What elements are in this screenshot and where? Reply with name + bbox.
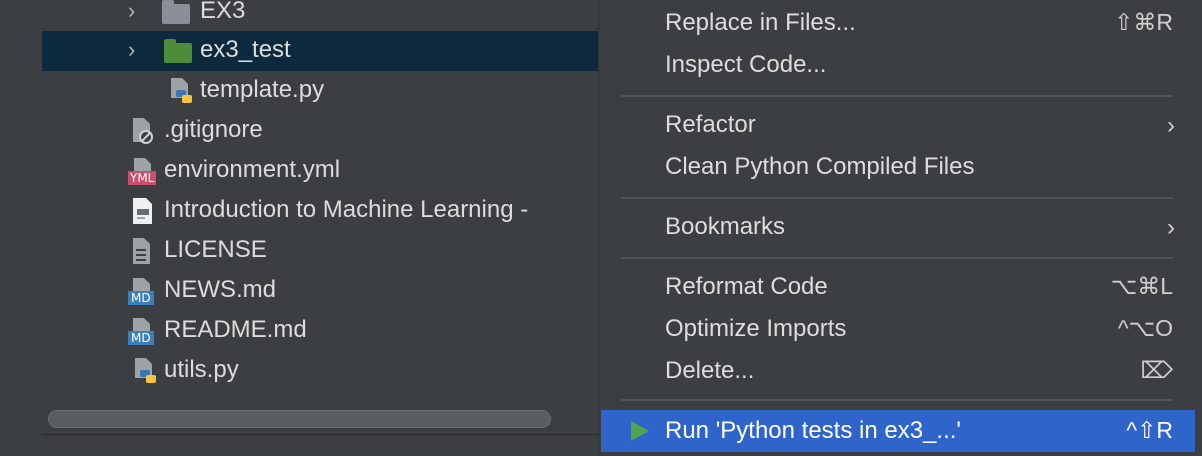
text-file-icon (133, 238, 150, 264)
menu-item-shortcut: ^⇧R (1126, 417, 1173, 443)
menu-item-clean-python-compiled-files[interactable]: Clean Python Compiled Files (599, 146, 1202, 188)
ignore-file-icon (133, 118, 153, 144)
submenu-arrow-icon: › (1167, 214, 1175, 241)
tree-item-label: template.py (200, 76, 325, 103)
tree-item-label: EX3 (200, 0, 246, 24)
pdf-file-icon (133, 198, 152, 224)
menu-item-reformat-code[interactable]: Reformat Code ⌥⌘L (599, 266, 1202, 308)
tree-item-gitignore[interactable]: .gitignore (42, 111, 600, 151)
menu-item-label: Delete... (665, 357, 755, 384)
tree-item-label: NEWS.md (164, 276, 277, 303)
menu-item-optimize-imports[interactable]: Optimize Imports ^⌥O (599, 308, 1202, 350)
tree-item-label: LICENSE (164, 236, 267, 263)
tree-item-utils-py[interactable]: utils.py (42, 351, 600, 391)
menu-separator (621, 197, 1173, 199)
menu-item-shortcut: ^⌥O (1117, 315, 1173, 341)
chevron-right-icon[interactable]: › (128, 37, 135, 63)
menu-separator (621, 257, 1173, 259)
tree-gutter (0, 0, 42, 456)
tree-item-label: Introduction to Machine Learning - (164, 196, 529, 223)
menu-item-label: Bookmarks (665, 213, 786, 240)
menu-item-label: Reformat Code (665, 273, 828, 300)
menu-item-inspect-code[interactable]: Inspect Code... (599, 44, 1202, 86)
tree-item-template-py[interactable]: template.py (42, 71, 600, 111)
menu-item-label: Inspect Code... (665, 51, 827, 78)
menu-item-shortcut: ⌥⌘L (1110, 273, 1173, 299)
python-file-icon (171, 78, 192, 103)
menu-item-bookmarks[interactable]: Bookmarks › (599, 206, 1202, 248)
menu-item-delete[interactable]: Delete... ⌦ (599, 350, 1202, 392)
md-badge: MD (128, 331, 154, 345)
tree-item-label: .gitignore (164, 116, 263, 143)
tree-item-label: README.md (164, 316, 307, 343)
tree-item-label: environment.yml (164, 156, 341, 183)
chevron-right-icon[interactable]: › (128, 0, 135, 24)
run-triangle-icon (631, 421, 649, 441)
tree-item-label: ex3_test (200, 36, 291, 63)
delete-key-icon: ⌦ (1140, 357, 1173, 383)
tree-item-pdf[interactable]: Introduction to Machine Learning - (42, 191, 600, 231)
menu-item-run-python-tests[interactable]: Run 'Python tests in ex3_...' ^⇧R (601, 410, 1195, 452)
menu-item-refactor[interactable]: Refactor › (599, 104, 1202, 146)
menu-item-label: Run 'Python tests in ex3_...' (665, 417, 961, 444)
project-tree-panel: › EX3 › ex3_test template.py .gitignore … (0, 0, 600, 456)
tree-item-label: utils.py (164, 356, 239, 383)
test-folder-icon (164, 39, 192, 63)
menu-separator (621, 399, 1173, 401)
tree-item-license[interactable]: LICENSE (42, 231, 600, 271)
menu-item-shortcut: ⇧⌘R (1114, 9, 1173, 35)
menu-item-label: Refactor (665, 111, 756, 138)
md-badge: MD (128, 291, 154, 305)
yml-badge: YML (128, 171, 157, 185)
tree-item-ex3-test[interactable]: › ex3_test (42, 31, 600, 71)
menu-item-label: Clean Python Compiled Files (665, 153, 975, 180)
menu-item-label: Replace in Files... (665, 9, 856, 36)
folder-icon (162, 0, 190, 24)
tree-item-ex3[interactable]: › EX3 (42, 0, 600, 32)
tree-item-readme-md[interactable]: MD README.md (42, 311, 600, 351)
menu-item-replace-in-files[interactable]: Replace in Files... ⇧⌘R (599, 2, 1202, 44)
python-file-icon (135, 358, 156, 383)
menu-separator (621, 95, 1173, 97)
menu-item-label: Optimize Imports (665, 315, 847, 342)
tree-item-news-md[interactable]: MD NEWS.md (42, 271, 600, 311)
context-menu: Replace in Files... ⇧⌘R Inspect Code... … (598, 0, 1202, 456)
panel-divider (42, 434, 600, 435)
horizontal-scrollbar[interactable] (48, 410, 551, 428)
submenu-arrow-icon: › (1167, 112, 1175, 139)
tree-item-environment-yml[interactable]: YML environment.yml (42, 151, 600, 191)
